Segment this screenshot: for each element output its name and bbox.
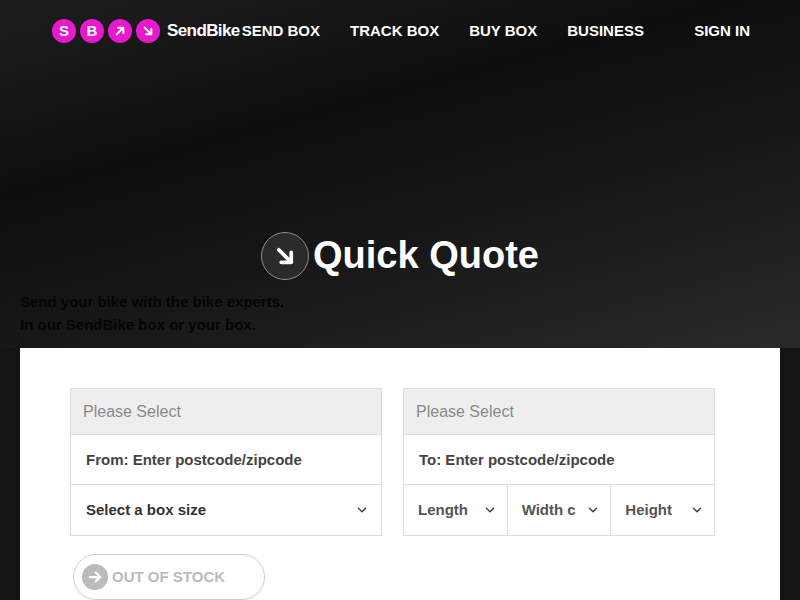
hero: Quick Quote Send your bike with the bike … <box>0 62 800 348</box>
logo-arrow-up-icon <box>108 19 132 43</box>
from-country-select[interactable]: Please Select <box>71 389 381 435</box>
navbar: SB SendBikeSEND BOX TRACK BOX BUY BOX BUSINE… <box>0 0 800 62</box>
nav-link[interactable]: BUSINESS <box>567 20 644 43</box>
nav-link[interactable]: TRACK BOX <box>350 20 439 43</box>
to-group: Please Select Length Width c Height <box>403 388 715 536</box>
nav-link[interactable]: SEND BOX <box>242 20 320 43</box>
to-country-select[interactable]: Please Select <box>404 389 714 435</box>
dimension-select[interactable]: Width c <box>507 485 611 535</box>
nav-link[interactable]: BUY BOX <box>469 20 537 43</box>
hero-text: Send your bike with the bike experts.In … <box>20 290 780 336</box>
arrow-circle-icon <box>261 232 309 280</box>
chevron-down-icon <box>690 503 704 517</box>
dimension-select-label: Length <box>418 499 468 522</box>
hero-line: Send your bike with the bike experts. <box>20 290 780 313</box>
hero-background: SB SendBikeSEND BOX TRACK BOX BUY BOX BUSINE… <box>0 0 800 348</box>
dimension-select-label: Height <box>625 499 672 522</box>
arrow-up-right-icon <box>112 23 128 39</box>
from-postcode-input[interactable] <box>71 435 381 485</box>
form-columns: Please SelectSelect a box sizePlease Sel… <box>70 388 730 536</box>
to-postcode-input[interactable] <box>404 435 714 485</box>
dimension-selects: Length Width c Height <box>404 485 714 535</box>
dimension-select-label: Width c <box>522 499 576 522</box>
logo-arrow-down-icon <box>136 19 160 43</box>
chevron-down-icon <box>355 503 369 517</box>
nav-links: SEND BOX TRACK BOX BUY BOX BUSINESS <box>242 20 644 43</box>
arrow-right-icon <box>86 568 104 586</box>
sign-in-link[interactable]: SIGN IN <box>694 20 750 43</box>
logo-letter: S <box>52 19 76 43</box>
out-of-stock-button[interactable]: OUT OF STOCK <box>73 554 265 600</box>
brand-name: SendBike <box>167 18 240 44</box>
button-label: OUT OF STOCK <box>112 566 225 589</box>
quote-form: Please SelectSelect a box sizePlease Sel… <box>20 348 780 600</box>
dimension-select[interactable]: Length <box>404 485 507 535</box>
title-row: Quick Quote <box>20 232 780 280</box>
box-size-select-label: Select a box size <box>86 499 206 522</box>
box-size-select[interactable]: Select a box size <box>71 485 381 535</box>
chevron-down-icon <box>483 503 497 517</box>
arrow-down-right-icon <box>140 23 156 39</box>
logo-letter: B <box>80 19 104 43</box>
page-title: Quick Quote <box>313 233 539 279</box>
hero-line: In our SendBike box or your box. <box>20 313 780 336</box>
arrow-right-circle-icon <box>82 564 108 590</box>
arrow-down-right-icon <box>270 241 300 271</box>
logo[interactable]: SB SendBike <box>52 18 240 44</box>
dimension-select[interactable]: Height <box>610 485 714 535</box>
chevron-down-icon <box>586 503 600 517</box>
from-group: Please Select Select a box size <box>70 388 382 536</box>
